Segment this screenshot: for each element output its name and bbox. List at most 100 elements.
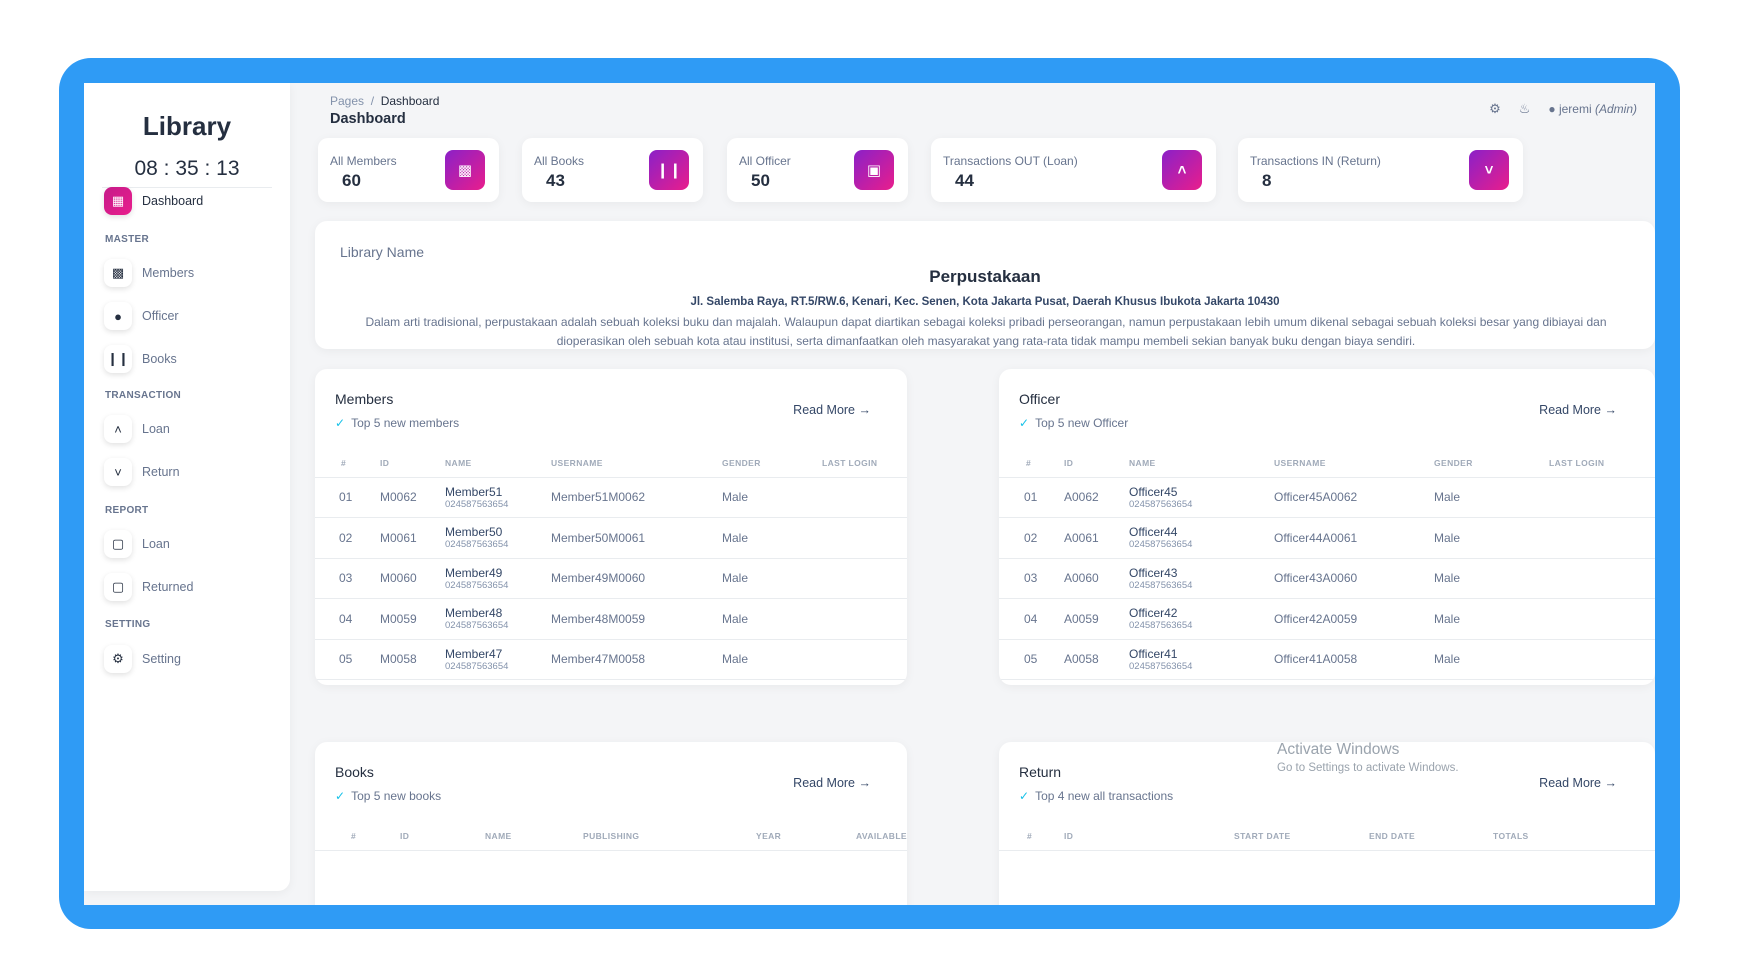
sidebar-item-members[interactable]: ▩ Members xyxy=(104,258,194,288)
stat-label: Transactions IN (Return) xyxy=(1250,154,1381,168)
sidebar-item-dashboard[interactable]: ▦ Dashboard xyxy=(104,186,203,216)
sidebar-item-setting[interactable]: ⚙ Setting xyxy=(104,644,181,674)
sidebar-item-return[interactable]: ˅ Return xyxy=(104,457,180,487)
col-header: # xyxy=(315,822,400,851)
card-title: Members xyxy=(335,391,394,407)
col-header: NAME xyxy=(445,449,551,478)
stat-value: 44 xyxy=(955,171,974,190)
header-actions: ⚙ ♨ ● jeremi (Admin) xyxy=(1489,101,1637,117)
sidebar-item-books[interactable]: ❙❙ Books xyxy=(104,344,177,374)
gear-icon[interactable]: ⚙ xyxy=(1489,101,1501,117)
dashboard-icon: ▦ xyxy=(104,187,132,215)
card-subtitle: ✓ Top 5 new books xyxy=(335,789,442,803)
col-header: LAST LOGIN xyxy=(1549,449,1655,478)
user-menu[interactable]: ● jeremi (Admin) xyxy=(1548,102,1637,116)
watermark-title: Activate Windows xyxy=(1277,741,1400,758)
table-row: 02 M0061 Member50 024587563654 Member50M0061… xyxy=(315,517,907,559)
check-icon: ✓ xyxy=(1019,789,1030,803)
officer-phone: 024587563654 xyxy=(1129,539,1193,551)
sidebar-item-officer[interactable]: ● Officer xyxy=(104,301,179,331)
member-phone: 024587563654 xyxy=(445,539,509,551)
col-header: ID xyxy=(1064,822,1234,851)
officer-phone: 024587563654 xyxy=(1129,498,1193,510)
watermark-subtitle: Go to Settings to activate Windows. xyxy=(1277,762,1459,774)
sidebar-item-label: Books xyxy=(142,352,177,366)
table-row: 04 M0059 Member48 024587563654 Member48M0059… xyxy=(315,598,907,640)
breadcrumb-root[interactable]: Pages xyxy=(330,94,364,108)
member-name: Member50 xyxy=(445,525,503,540)
books-table: # ID NAME PUBLISHING YEAR AVAILABLE xyxy=(315,822,907,851)
chevron-down-icon: ˅ xyxy=(104,458,132,486)
sidebar-item-label: Loan xyxy=(142,537,170,551)
return-table: # ID START DATE END DATE TOTALS xyxy=(999,822,1655,851)
stat-value: 43 xyxy=(546,171,565,190)
members-table: # ID NAME USERNAME GENDER LAST LOGIN 01 M… xyxy=(315,449,907,680)
col-header: NAME xyxy=(485,822,583,851)
members-card: Members ✓ Top 5 new members Read More → #… xyxy=(315,369,907,685)
stat-value: 50 xyxy=(751,171,770,190)
stat-label: All Officer xyxy=(739,154,791,168)
library-address: Jl. Salemba Raya, RT.5/RW.6, Kenari, Kec… xyxy=(690,296,1280,308)
sidebar-item-label: Setting xyxy=(142,652,181,666)
col-header: GENDER xyxy=(722,449,822,478)
read-more-link[interactable]: Read More → xyxy=(793,776,871,790)
arrow-right-icon: → xyxy=(1604,403,1618,417)
col-header: USERNAME xyxy=(551,449,722,478)
books-icon: ❙❙ xyxy=(104,345,132,373)
officer-card: Officer ✓ Top 5 new Officer Read More → #… xyxy=(999,369,1655,685)
col-header: # xyxy=(315,449,380,478)
member-phone: 024587563654 xyxy=(445,579,509,591)
member-name: Member51 xyxy=(445,484,503,499)
stat-label: All Books xyxy=(534,154,585,168)
section-master: MASTER xyxy=(105,234,150,245)
table-row: 05 A0058 Officer41 024587563654 Officer41A00… xyxy=(999,639,1655,680)
read-more-link[interactable]: Read More → xyxy=(793,403,871,417)
col-header: # xyxy=(999,822,1064,851)
stat-label: All Members xyxy=(330,154,397,168)
sidebar-item-label: Return xyxy=(142,465,180,479)
stat-value: 60 xyxy=(342,171,361,190)
table-row: 01 A0062 Officer45 024587563654 Officer45A00… xyxy=(999,477,1655,518)
activate-windows-watermark: Activate Windows Go to Settings to activ… xyxy=(1277,741,1459,774)
sidebar-item-loan[interactable]: ˄ Loan xyxy=(104,414,170,444)
col-header: LAST LOGIN xyxy=(822,449,907,478)
card-subtitle: ✓ Top 5 new members xyxy=(335,416,460,430)
breadcrumb-separator: / xyxy=(370,94,375,108)
library-label: Library Name xyxy=(340,244,425,260)
officer-name: Officer45 xyxy=(1129,484,1178,499)
id-card-icon: ▩ xyxy=(104,259,132,287)
sidebar-item-report-returned[interactable]: ▢ Returned xyxy=(104,572,193,602)
clock: 08 : 35 : 13 xyxy=(102,157,272,188)
check-icon: ✓ xyxy=(1019,416,1030,430)
read-more-link[interactable]: Read More → xyxy=(1539,403,1617,417)
user-icon: ● xyxy=(1548,102,1556,116)
library-name: Perpustakaan xyxy=(929,267,1041,286)
user-icon: ● xyxy=(104,302,132,330)
sidebar-item-label: Returned xyxy=(142,580,194,594)
library-description: Dalam arti tradisional, perpustakaan ada… xyxy=(365,315,1607,348)
bell-icon[interactable]: ♨ xyxy=(1519,101,1531,117)
table-row: 02 A0061 Officer44 024587563654 Officer44A00… xyxy=(999,517,1655,559)
officer-table: # ID NAME USERNAME GENDER LAST LOGIN 01 A… xyxy=(999,449,1655,680)
member-phone: 024587563654 xyxy=(445,660,509,672)
briefcase-icon: ▣ xyxy=(854,150,894,190)
read-more-link[interactable]: Read More → xyxy=(1539,776,1617,790)
sidebar-item-label: Officer xyxy=(142,309,179,323)
card-title: Officer xyxy=(1019,391,1060,407)
stat-value: 8 xyxy=(1262,171,1272,190)
section-report: REPORT xyxy=(105,505,149,516)
col-header: ID xyxy=(1064,449,1129,478)
chevron-up-icon: ˄ xyxy=(104,415,132,443)
col-header: USERNAME xyxy=(1274,449,1434,478)
check-icon: ✓ xyxy=(335,789,346,803)
stat-label: Transactions OUT (Loan) xyxy=(943,154,1078,168)
officer-phone: 024587563654 xyxy=(1129,579,1193,591)
col-header: TOTALS xyxy=(1493,822,1655,851)
col-header: ID xyxy=(380,449,445,478)
member-name: Member48 xyxy=(445,606,503,621)
officer-name: Officer43 xyxy=(1129,565,1178,580)
books-icon: ❙❙ xyxy=(649,150,689,190)
sidebar-item-report-loan[interactable]: ▢ Loan xyxy=(104,529,170,559)
col-header: AVAILABLE xyxy=(856,822,907,851)
breadcrumb: Pages / Dashboard xyxy=(330,94,439,108)
